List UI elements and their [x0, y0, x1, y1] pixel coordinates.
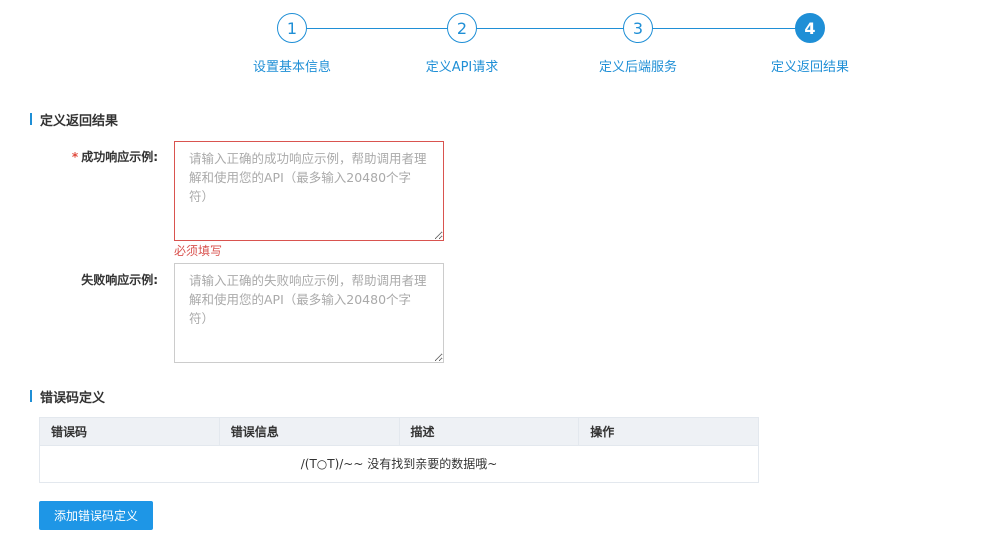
step-4: 4 定义返回结果	[750, 13, 870, 75]
step-4-circle: 4	[795, 13, 825, 43]
failure-example-textarea[interactable]	[174, 263, 444, 363]
add-error-code-button[interactable]: 添加错误码定义	[39, 501, 153, 530]
column-header-actions: 操作	[590, 425, 615, 439]
step-4-label: 定义返回结果	[770, 60, 849, 75]
step-2-label: 定义API请求	[425, 60, 499, 75]
success-example-label: * 成功响应示例:	[0, 148, 158, 165]
table-header: 错误码 错误信息 描述 操作	[40, 418, 758, 446]
column-header-error-code: 错误码	[40, 418, 220, 445]
required-mark: *	[71, 150, 79, 164]
step-1-label: 设置基本信息	[252, 60, 331, 75]
step-3-label: 定义后端服务	[598, 60, 677, 75]
step-1: 1 设置基本信息	[232, 13, 352, 75]
column-header-description: 描述	[400, 418, 580, 445]
column-header-error-info: 错误信息	[220, 418, 400, 445]
error-section-title: 错误码定义	[30, 387, 105, 406]
step-indicator: 1 设置基本信息 2 定义API请求 3 定义后端服务 4 定义返回结果	[0, 0, 997, 90]
table-empty-message: /(T○T)/~~ 没有找到亲要的数据哦~	[300, 457, 498, 471]
step-2: 2 定义API请求	[402, 13, 522, 75]
step-3-circle: 3	[623, 13, 653, 43]
success-example-error: 必须填写	[174, 244, 223, 258]
step-2-circle: 2	[447, 13, 477, 43]
success-example-label-text: 成功响应示例:	[81, 150, 158, 164]
step-1-circle: 1	[277, 13, 307, 43]
failure-example-label: 失败响应示例:	[81, 273, 158, 287]
success-example-textarea[interactable]	[174, 141, 444, 241]
return-section-title: 定义返回结果	[30, 110, 118, 129]
step-3: 3 定义后端服务	[578, 13, 698, 75]
step-connector-line	[292, 28, 810, 29]
error-code-table: 错误码 错误信息 描述 操作 /(T○T)/~~ 没有找到亲要的数据哦~	[39, 417, 759, 483]
